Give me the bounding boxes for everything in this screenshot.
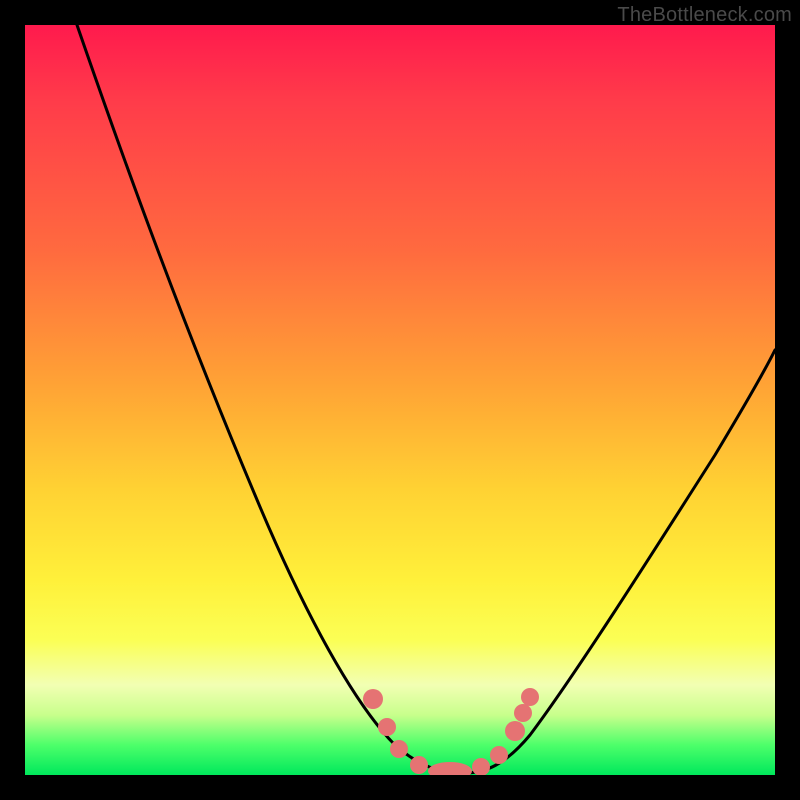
curve-layer	[25, 25, 775, 775]
watermark-text: TheBottleneck.com	[617, 4, 792, 27]
bottleneck-curve	[77, 25, 775, 773]
chart-frame: TheBottleneck.com	[0, 0, 800, 800]
highlighted-points	[363, 688, 539, 775]
plot-area	[25, 25, 775, 775]
